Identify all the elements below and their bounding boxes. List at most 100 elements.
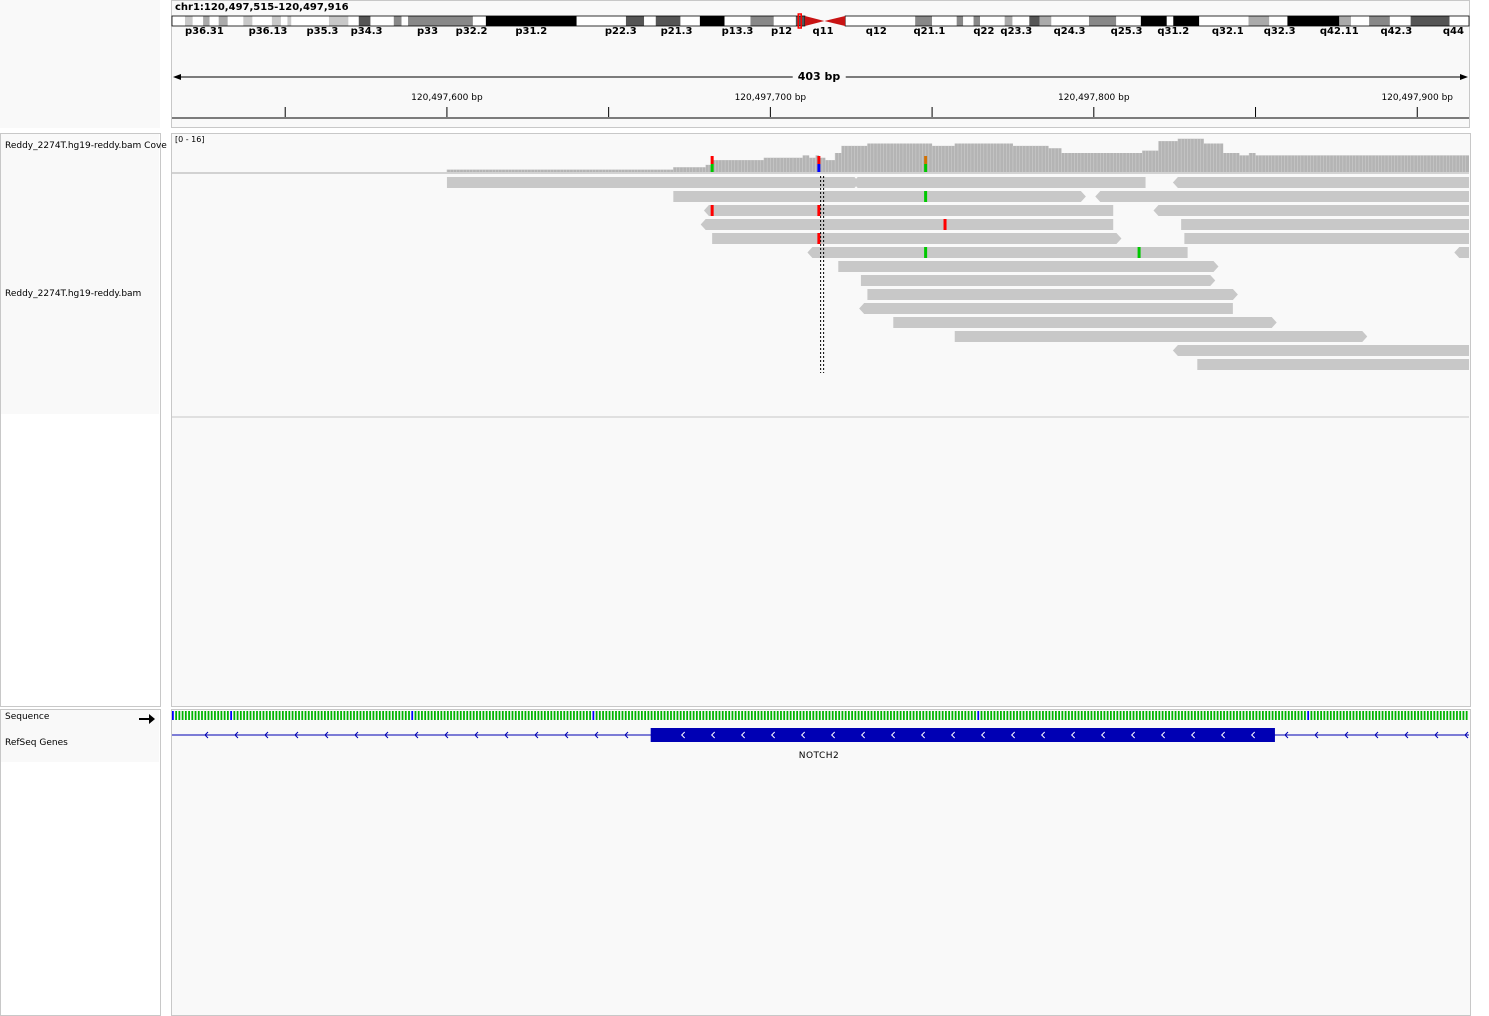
sequence-base	[1375, 711, 1377, 720]
sequence-base	[835, 711, 837, 720]
sequence-base	[1142, 711, 1145, 720]
sequence-base	[573, 711, 575, 720]
sequence-base	[657, 711, 659, 720]
allele-fraction-bar	[710, 156, 714, 164]
sequence-base	[349, 711, 352, 720]
sequence-base	[1349, 711, 1352, 720]
sequence-base	[1161, 711, 1164, 720]
sequence-base	[1268, 711, 1271, 720]
sequence-base	[1430, 711, 1432, 720]
aligned-read	[703, 205, 1114, 216]
sequence-base	[1316, 711, 1319, 720]
sequence-base	[230, 711, 232, 720]
ideogram-band	[393, 16, 402, 26]
ideogram-band	[1287, 16, 1340, 26]
sequence-base	[463, 711, 465, 720]
sequence-base	[1242, 711, 1245, 720]
sequence-base	[1113, 711, 1115, 720]
sequence-base	[1067, 711, 1070, 720]
sequence-base	[281, 711, 284, 720]
sequence-base	[1252, 711, 1255, 720]
sequence-base	[430, 711, 433, 720]
gene-name-notch2[interactable]: NOTCH2	[799, 751, 840, 761]
sequence-base	[660, 711, 663, 720]
sequence-base	[974, 711, 976, 720]
sequence-base	[1022, 711, 1025, 720]
sequence-base	[1401, 711, 1403, 720]
sequence-base	[938, 711, 941, 720]
sequence-base	[812, 711, 815, 720]
sequence-base	[1274, 711, 1277, 720]
sequence-base	[1394, 711, 1397, 720]
sequence-base	[411, 711, 414, 720]
sequence-track[interactable]	[0, 710, 1489, 722]
sequence-base	[343, 711, 346, 720]
band-label: p33	[416, 26, 439, 37]
sequence-base	[948, 711, 951, 720]
sequence-base	[288, 711, 291, 720]
mismatch-base	[924, 247, 928, 258]
ideogram-band	[1051, 16, 1089, 26]
sequence-base	[433, 711, 436, 720]
sequence-base	[388, 711, 391, 720]
sequence-base	[757, 711, 760, 720]
sequence-base	[902, 711, 905, 720]
sequence-base	[1410, 711, 1413, 720]
sequence-base	[1223, 711, 1225, 720]
sequence-base	[1294, 711, 1297, 720]
ideogram-band	[370, 16, 394, 26]
sequence-base	[1106, 711, 1109, 720]
ideogram-band	[963, 16, 974, 26]
sequence-base	[595, 711, 598, 720]
band-label: p13.3	[721, 26, 754, 37]
aligned-read	[1172, 345, 1469, 356]
sequence-base	[928, 711, 931, 720]
ideogram-band	[973, 16, 981, 26]
sequence-base	[446, 711, 449, 720]
refseq-genes-track[interactable]	[0, 726, 1489, 746]
sequence-base	[699, 711, 701, 720]
coverage-bar	[1223, 153, 1240, 172]
sequence-base	[608, 711, 611, 720]
sequence-base	[1190, 711, 1193, 720]
sequence-base	[1342, 711, 1345, 720]
sequence-base	[618, 711, 621, 720]
sequence-base	[476, 711, 478, 720]
sequence-base	[1333, 711, 1335, 720]
sequence-base	[634, 711, 637, 720]
sequence-base	[838, 711, 841, 720]
sequence-base	[204, 711, 207, 720]
coverage-track[interactable]	[0, 134, 1489, 176]
sequence-base	[1200, 711, 1203, 720]
sequence-base	[1336, 711, 1339, 720]
sequence-base	[1359, 711, 1361, 720]
sequence-base	[398, 711, 401, 720]
mismatch-base	[943, 219, 947, 230]
sequence-base	[437, 711, 440, 720]
alignment-track[interactable]	[0, 176, 1489, 421]
sequence-base	[890, 711, 892, 720]
sequence-base	[990, 711, 993, 720]
sequence-base	[375, 711, 378, 720]
band-label: q12	[865, 26, 887, 37]
allele-fraction-bar	[817, 156, 821, 164]
sequence-base	[1126, 711, 1128, 720]
sequence-base	[1310, 711, 1313, 720]
sequence-base	[1261, 711, 1264, 720]
sequence-base	[259, 711, 262, 720]
sequence-base	[1368, 711, 1371, 720]
sequence-base	[754, 711, 756, 720]
sequence-base	[1459, 711, 1462, 720]
ideogram-band	[655, 16, 681, 26]
sequence-base	[501, 711, 504, 720]
sequence-base	[1417, 711, 1420, 720]
sequence-base	[886, 711, 889, 720]
ideogram-band	[209, 16, 219, 26]
sequence-base	[301, 711, 304, 720]
band-label: p21.3	[660, 26, 693, 37]
sequence-base	[560, 711, 562, 720]
aligned-read	[893, 317, 1277, 328]
sequence-base	[1058, 711, 1061, 720]
ideogram-band	[1173, 16, 1200, 26]
sequence-base	[201, 711, 203, 720]
